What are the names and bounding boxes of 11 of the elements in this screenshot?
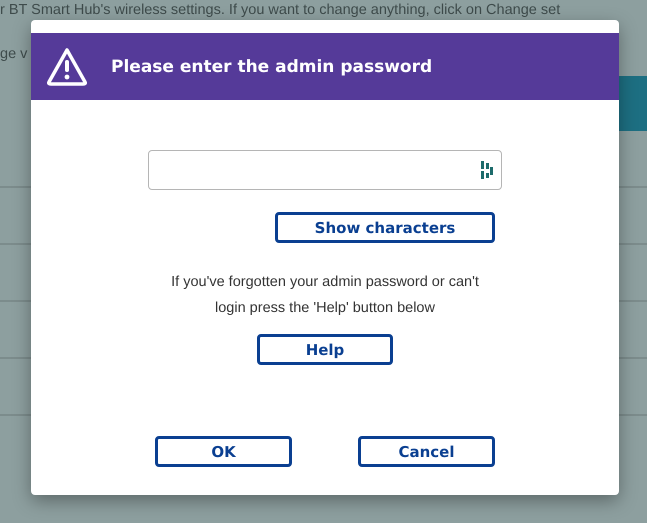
cancel-button[interactable]: Cancel [358,436,495,467]
page-text: ge v [0,45,28,64]
help-text: If you've forgotten your admin password or can't login press the 'Help' button below [170,273,480,318]
help-button[interactable]: Help [257,334,393,365]
password-manager-icon[interactable] [481,161,493,179]
show-characters-button[interactable]: Show characters [275,212,495,243]
password-field[interactable] [148,150,502,190]
page-text: r BT Smart Hub's wireless settings. If you want to change anything, click on Change set [0,1,560,20]
warning-icon [45,46,89,88]
dialog-title: Please enter the admin password [111,56,432,76]
ok-button[interactable]: OK [155,436,292,467]
